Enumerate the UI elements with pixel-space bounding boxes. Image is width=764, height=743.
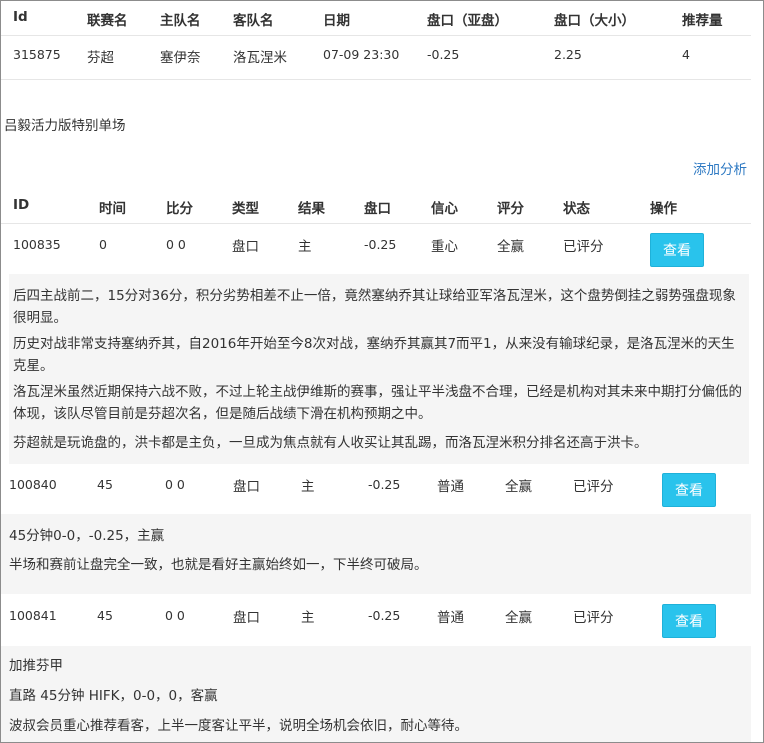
row-type: 盘口 [232,239,259,255]
match-col-id: Id [13,9,28,25]
note-paragraph: 45分钟0-0，-0.25，主赢 [9,528,165,544]
row-score: 0 0 [165,477,185,492]
view-button[interactable]: 查看 [650,233,704,267]
row-id: 100835 [13,237,61,252]
note-paragraph: 后四主战前二，15分对36分，积分劣势相差不止一倍，竟然塞纳乔其让球给亚军洛瓦涅… [13,288,736,326]
note-paragraph: 加推芬甲 [9,658,63,674]
row-result: 主 [298,239,312,255]
row-rating: 全赢 [497,239,524,255]
row-id: 100840 [9,477,57,492]
row-handicap: -0.25 [368,608,401,623]
match-col-overunder: 盘口（大小） [554,13,635,29]
analysis-col-action: 操作 [650,201,677,217]
divider [1,223,751,224]
page-frame: Id 联赛名 主队名 客队名 日期 盘口（亚盘） 盘口（大小） 推荐量 3158… [0,0,764,743]
match-overunder: 2.25 [554,47,582,62]
match-col-away: 客队名 [233,13,274,29]
row-time: 0 [99,237,107,252]
note-paragraph: 半场和赛前让盘完全一致，也就是看好主赢始终如一，下半终可破局。 [9,557,428,573]
analysis-notes: 45分钟0-0，-0.25，主赢 半场和赛前让盘完全一致，也就是看好主赢始终如一… [1,514,751,594]
row-status: 已评分 [563,239,604,255]
row-type: 盘口 [233,610,260,626]
row-time: 45 [97,477,113,492]
analysis-notes: 加推芬甲 直路 45分钟 HIFK，0-0，0，客赢 波叔会员重心推荐看客，上半… [1,646,751,742]
analysis-col-handicap: 盘口 [364,201,391,217]
analysis-col-id: ID [13,197,30,213]
note-paragraph: 洛瓦涅米虽然近期保持六战不败，不过上轮主战伊维斯的赛事，强让平半浅盘不合理，已经… [13,384,742,422]
note-paragraph: 波叔会员重心推荐看客，上半一度客让平半，说明全场机会依旧，耐心等待。 [9,718,468,734]
analysis-col-score: 比分 [166,201,193,217]
row-id: 100841 [9,608,57,623]
match-col-recommend: 推荐量 [682,13,723,29]
view-button[interactable]: 查看 [662,604,716,638]
row-result: 主 [301,479,315,495]
row-confidence: 重心 [431,239,458,255]
row-confidence: 普通 [437,479,464,495]
divider [1,35,751,36]
row-confidence: 普通 [437,610,464,626]
match-id: 315875 [13,47,61,62]
analysis-col-result: 结果 [298,201,325,217]
note-paragraph: 芬超就是玩诡盘的，洪卡都是主负，一旦成为焦点就有人收买让其乱踢，而洛瓦涅米积分排… [13,435,648,451]
match-home: 塞伊奈 [160,50,201,66]
row-score: 0 0 [166,237,186,252]
analysis-col-status: 状态 [563,201,590,217]
row-result: 主 [301,610,315,626]
view-button[interactable]: 查看 [662,473,716,507]
analysis-col-type: 类型 [232,201,259,217]
add-analysis-link[interactable]: 添加分析 [693,158,747,178]
row-score: 0 0 [165,608,185,623]
row-status: 已评分 [573,610,614,626]
match-col-asian: 盘口（亚盘） [427,13,508,29]
match-col-date: 日期 [323,13,350,29]
match-recommend: 4 [682,47,690,62]
row-time: 45 [97,608,113,623]
row-rating: 全赢 [505,610,532,626]
row-status: 已评分 [573,479,614,495]
match-col-league: 联赛名 [87,13,128,29]
match-col-home: 主队名 [160,13,201,29]
analysis-col-confidence: 信心 [431,201,458,217]
match-asian: -0.25 [427,47,460,62]
row-rating: 全赢 [505,479,532,495]
row-handicap: -0.25 [364,237,397,252]
note-paragraph: 直路 45分钟 HIFK，0-0，0，客赢 [9,688,218,704]
note-paragraph: 历史对战非常支持塞纳乔其，自2016年开始至今8次对战，塞纳乔其赢其7而平1，从… [13,336,735,374]
section-title: 吕毅活力版特别单场 [4,118,126,134]
match-league: 芬超 [87,50,114,66]
match-away: 洛瓦涅米 [233,50,287,66]
match-date: 07-09 23:30 [323,47,400,62]
row-handicap: -0.25 [368,477,401,492]
analysis-col-time: 时间 [99,201,126,217]
analysis-col-rating: 评分 [497,201,524,217]
divider [1,79,751,80]
analysis-notes: 后四主战前二，15分对36分，积分劣势相差不止一倍，竟然塞纳乔其让球给亚军洛瓦涅… [9,274,749,464]
row-type: 盘口 [233,479,260,495]
